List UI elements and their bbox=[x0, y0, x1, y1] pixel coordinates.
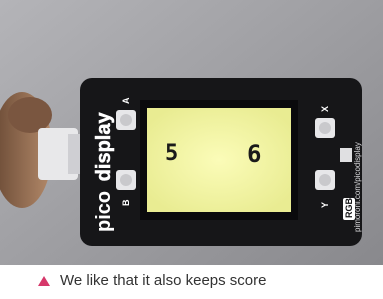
brand-display: display bbox=[93, 112, 115, 182]
button-x-label: X bbox=[320, 106, 330, 112]
svg-text:pico display: pico display bbox=[93, 112, 115, 232]
caption-bar: We like that it also keeps score bbox=[0, 265, 383, 299]
score-left: 5 bbox=[165, 141, 178, 166]
device-photo: A B X Y pico display pimoroni.com/picodi… bbox=[0, 0, 383, 299]
button-a-label: A bbox=[121, 97, 131, 104]
button-y-label: Y bbox=[320, 202, 330, 208]
photo-scene: A B X Y pico display pimoroni.com/picodi… bbox=[0, 0, 383, 299]
score-right: 6 bbox=[247, 140, 261, 168]
caption-text: We like that it also keeps score bbox=[60, 272, 267, 289]
button-b-label: B bbox=[121, 199, 131, 206]
brand-pico: pico bbox=[93, 191, 115, 232]
rgb-label: RGB bbox=[344, 198, 354, 219]
rgb-led bbox=[340, 148, 352, 162]
caption-triangle-icon bbox=[38, 276, 50, 286]
